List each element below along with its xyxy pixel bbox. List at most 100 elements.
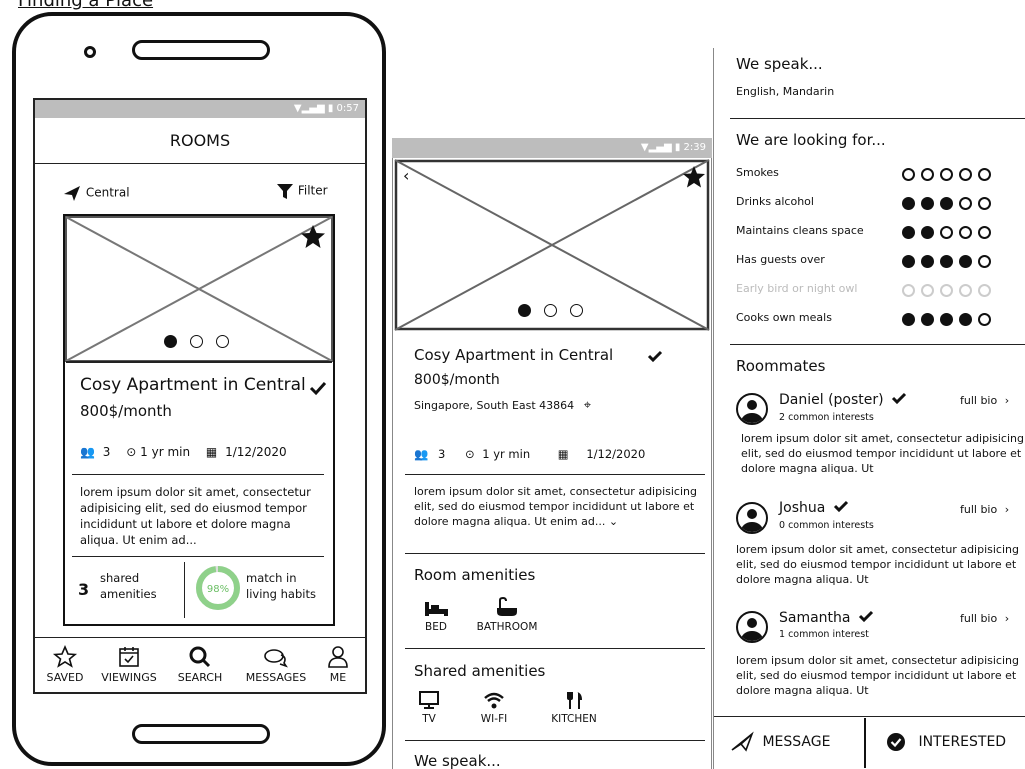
rating-dot[interactable]: [978, 168, 991, 181]
rating-dot[interactable]: [978, 255, 991, 268]
rating-dot[interactable]: [940, 197, 953, 210]
rating-dot[interactable]: [978, 197, 991, 210]
rating-dot[interactable]: [978, 226, 991, 239]
rating-dot[interactable]: [902, 197, 915, 210]
nav-search[interactable]: SEARCH: [170, 645, 230, 684]
filter-button[interactable]: Filter: [276, 182, 328, 200]
nav-divider: [35, 637, 365, 638]
min-duration: 1 yr min: [482, 447, 531, 461]
rating-dot[interactable]: [959, 197, 972, 210]
rating-dot[interactable]: [921, 313, 934, 326]
people-count: 3: [102, 445, 111, 459]
shared-amenities-count: 3: [78, 580, 90, 599]
map-pin-icon[interactable]: ⌖: [584, 398, 591, 413]
roommate-interests: 2 common interests: [779, 412, 874, 423]
back-chevron-icon[interactable]: ‹: [403, 166, 409, 185]
rating-dot[interactable]: [978, 284, 991, 297]
rating-dot[interactable]: [940, 168, 953, 181]
favorite-star-icon[interactable]: [300, 224, 326, 250]
rating-dot[interactable]: [902, 313, 915, 326]
rating-dot[interactable]: [959, 226, 972, 239]
trait-row: Early bird or night owl: [736, 280, 1025, 300]
carousel-dot[interactable]: [190, 335, 204, 348]
rating-dot[interactable]: [959, 168, 972, 181]
rating-dot[interactable]: [921, 255, 934, 268]
clock-icon: ⊙: [126, 445, 137, 459]
interested-button[interactable]: INTERESTED: [886, 732, 1006, 752]
avatar: [736, 611, 768, 643]
nav-messages[interactable]: MESSAGES: [238, 645, 314, 684]
rating-dot[interactable]: [940, 313, 953, 326]
available-date: 1/12/2020: [225, 445, 287, 459]
carousel-dot[interactable]: [544, 304, 558, 317]
message-button[interactable]: MESSAGE: [730, 731, 830, 752]
rating-dot[interactable]: [921, 197, 934, 210]
carousel-dot-active[interactable]: [164, 335, 177, 348]
trait-row: Drinks alcohol: [736, 193, 1025, 213]
rating-dot[interactable]: [902, 226, 915, 239]
rating-dot[interactable]: [978, 313, 991, 326]
min-duration: 1 yr min: [140, 445, 191, 459]
trait-rating[interactable]: [896, 311, 991, 330]
send-icon: [731, 731, 754, 752]
amenity-kitchen: KITCHEN: [542, 690, 606, 725]
rating-dot[interactable]: [940, 226, 953, 239]
favorite-star-icon[interactable]: [682, 165, 706, 189]
rating-dot[interactable]: [959, 255, 972, 268]
shared-amenities-title: Shared amenities: [414, 662, 546, 680]
rating-dot[interactable]: [959, 284, 972, 297]
full-bio-link[interactable]: full bio ›: [960, 503, 1009, 516]
detail-stats: 👥 3 ⊙ 1 yr min ▦ 1/12/2020: [414, 447, 645, 461]
carousel-dot[interactable]: [570, 304, 584, 317]
listing-stats: 👥 3 ⊙ 1 yr min ▦ 1/12/2020: [80, 445, 287, 459]
status-bar: ▼▂▄▆ ▮ 0:57: [35, 100, 365, 118]
amenity-wifi: WI-FI: [472, 690, 516, 725]
address-text: Singapore, South East 43864: [414, 399, 575, 412]
rating-dot[interactable]: [902, 168, 915, 181]
rating-dot[interactable]: [902, 284, 915, 297]
phone-home-button: [132, 724, 270, 744]
amenity-label: WI-FI: [480, 713, 508, 725]
chevron-right-icon: ›: [1004, 612, 1010, 625]
nav-me[interactable]: ME: [318, 645, 358, 684]
trait-label: Early bird or night owl: [736, 282, 858, 295]
clock-icon: ⊙: [464, 447, 475, 461]
rating-dot[interactable]: [921, 226, 934, 239]
trait-rating[interactable]: [896, 195, 991, 214]
rating-dot[interactable]: [940, 284, 953, 297]
rating-dot[interactable]: [921, 284, 934, 297]
rating-dot[interactable]: [940, 255, 953, 268]
rating-dot[interactable]: [921, 168, 934, 181]
rating-dot[interactable]: [902, 255, 915, 268]
chat-icon: [264, 649, 288, 668]
roommate-bio: lorem ipsum dolor sit amet, consectetur …: [736, 543, 1019, 586]
calendar-icon: ▦: [557, 447, 569, 461]
carousel-dot-active[interactable]: [518, 304, 531, 317]
detail-title: Cosy Apartment in Central: [414, 346, 614, 364]
carousel-dot[interactable]: [216, 335, 230, 348]
verified-check-icon: [833, 500, 848, 513]
trait-rating[interactable]: [896, 282, 991, 301]
rooms-header: ROOMS: [35, 118, 365, 164]
nav-label: VIEWINGS: [101, 671, 157, 684]
full-bio-link[interactable]: full bio ›: [960, 612, 1009, 625]
section-divider: [730, 118, 1025, 119]
expand-chevron-icon[interactable]: ⌄: [609, 515, 618, 528]
trait-row: Has guests over: [736, 251, 1025, 271]
full-bio-link[interactable]: full bio ›: [960, 394, 1009, 407]
rating-dot[interactable]: [959, 313, 972, 326]
filter-icon: [277, 184, 293, 199]
roommate-interests: 1 common interest: [779, 629, 869, 640]
trait-rating[interactable]: [896, 224, 991, 243]
avatar: [736, 393, 768, 425]
trait-rating[interactable]: [896, 253, 991, 272]
nav-saved[interactable]: SAVED: [40, 644, 90, 684]
location-selector[interactable]: Central: [62, 184, 130, 202]
right-panel-border: [713, 48, 714, 769]
amenity-label: KITCHEN: [551, 713, 597, 725]
roommate-name: Joshua: [779, 500, 848, 516]
trait-rating[interactable]: [896, 166, 991, 185]
detail-address: Singapore, South East 43864 ⌖: [414, 398, 591, 413]
nav-viewings[interactable]: VIEWINGS: [96, 645, 162, 684]
detail-divider: [405, 648, 705, 649]
